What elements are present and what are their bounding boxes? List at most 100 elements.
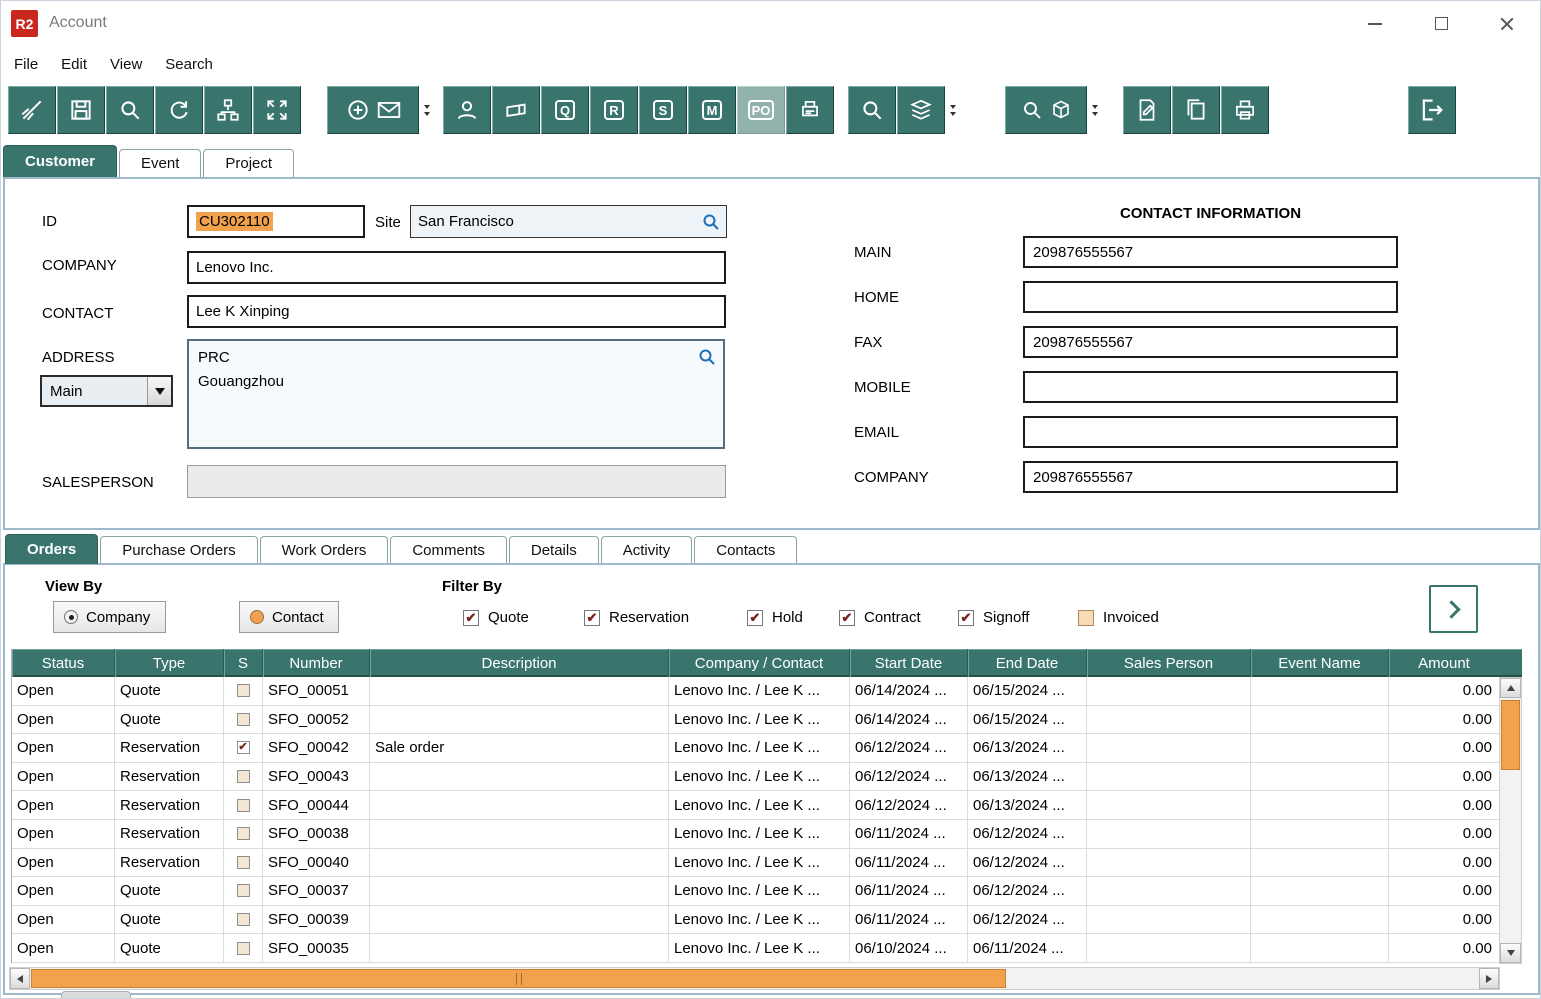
view-by-contact-option[interactable]: Contact <box>239 601 339 633</box>
close-button[interactable] <box>1474 1 1540 46</box>
company-phone-field[interactable]: 209876555567 <box>1023 461 1398 493</box>
horizontal-scroll-thumb[interactable] <box>31 969 1006 988</box>
row-select-checkbox[interactable] <box>237 713 250 726</box>
signoff-button[interactable]: S <box>639 86 687 134</box>
row-select-checkbox[interactable] <box>237 827 250 840</box>
ticket-button[interactable] <box>492 86 540 134</box>
menu-file[interactable]: File <box>14 56 38 73</box>
column-header-company_contact[interactable]: Company / Contact <box>669 649 850 677</box>
address-type-dropdown[interactable]: Main <box>40 375 173 407</box>
row-select-checkbox[interactable] <box>237 684 250 697</box>
address-field[interactable]: PRC Gouangzhou <box>187 339 725 449</box>
tab-customer[interactable]: Customer <box>3 145 117 177</box>
tab-activity[interactable]: Activity <box>601 536 693 564</box>
expand-button[interactable] <box>253 86 301 134</box>
contact-field[interactable]: Lee K Xinping <box>187 295 726 328</box>
column-header-number[interactable]: Number <box>263 649 370 677</box>
filter-contract[interactable]: Contract <box>839 609 921 626</box>
tab-event[interactable]: Event <box>119 149 201 177</box>
tab-purchase-orders[interactable]: Purchase Orders <box>100 536 257 564</box>
hold-checkbox[interactable] <box>747 610 763 626</box>
scroll-down-button[interactable] <box>1500 943 1521 963</box>
table-row[interactable]: OpenReservationSFO_00040Lenovo Inc. / Le… <box>12 849 1499 878</box>
filter-quote[interactable]: Quote <box>463 609 529 626</box>
invoiced-checkbox[interactable] <box>1078 610 1094 626</box>
scroll-up-button[interactable] <box>1500 678 1521 698</box>
table-row[interactable]: OpenQuoteSFO_00035Lenovo Inc. / Lee K ..… <box>12 934 1499 963</box>
table-row[interactable]: OpenQuoteSFO_00051Lenovo Inc. / Lee K ..… <box>12 677 1499 706</box>
column-header-end_date[interactable]: End Date <box>968 649 1087 677</box>
email-dropdown-marker[interactable] <box>421 86 433 134</box>
menu-edit[interactable]: Edit <box>61 56 87 73</box>
address-search-icon[interactable] <box>698 348 716 366</box>
edit-document-button[interactable] <box>1123 86 1171 134</box>
print-button[interactable] <box>1221 86 1269 134</box>
column-header-event_name[interactable]: Event Name <box>1251 649 1389 677</box>
save-button[interactable] <box>57 86 105 134</box>
stack-button[interactable] <box>897 86 945 134</box>
quote-checkbox[interactable] <box>463 610 479 626</box>
stack-dropdown-marker[interactable] <box>947 86 959 134</box>
exit-button[interactable] <box>1408 86 1456 134</box>
hierarchy-button[interactable] <box>204 86 252 134</box>
column-header-type[interactable]: Type <box>115 649 224 677</box>
contact-button[interactable] <box>443 86 491 134</box>
table-row[interactable]: OpenQuoteSFO_00037Lenovo Inc. / Lee K ..… <box>12 877 1499 906</box>
column-header-start_date[interactable]: Start Date <box>850 649 968 677</box>
clean-button[interactable] <box>8 86 56 134</box>
table-row[interactable]: OpenReservationSFO_00043Lenovo Inc. / Le… <box>12 763 1499 792</box>
find-order-button[interactable] <box>848 86 896 134</box>
fax-field[interactable]: 209876555567 <box>1023 326 1398 358</box>
customer-id-field[interactable]: CU302110 <box>187 205 365 238</box>
company-radio[interactable] <box>64 610 78 624</box>
new-email-button[interactable] <box>327 86 419 134</box>
tab-contacts[interactable]: Contacts <box>694 536 797 564</box>
tab-project[interactable]: Project <box>203 149 294 177</box>
column-header-description[interactable]: Description <box>370 649 669 677</box>
horizontal-scrollbar[interactable] <box>9 967 1500 990</box>
tab-orders[interactable]: Orders <box>5 534 98 564</box>
row-select-checkbox[interactable] <box>237 884 250 897</box>
main-phone-field[interactable]: 209876555567 <box>1023 236 1398 268</box>
row-select-checkbox[interactable] <box>237 770 250 783</box>
home-phone-field[interactable] <box>1023 281 1398 313</box>
table-row[interactable]: OpenReservationSFO_00044Lenovo Inc. / Le… <box>12 791 1499 820</box>
maximize-button[interactable] <box>1408 1 1474 46</box>
email-field[interactable] <box>1023 416 1398 448</box>
table-vertical-scrollbar[interactable] <box>1499 677 1522 964</box>
table-row[interactable]: OpenQuoteSFO_00039Lenovo Inc. / Lee K ..… <box>12 906 1499 935</box>
contract-checkbox[interactable] <box>839 610 855 626</box>
reservation-checkbox[interactable] <box>584 610 600 626</box>
contact-radio[interactable] <box>250 610 264 624</box>
table-row[interactable]: OpenQuoteSFO_00052Lenovo Inc. / Lee K ..… <box>12 706 1499 735</box>
company-field[interactable]: Lenovo Inc. <box>187 251 726 284</box>
item-dropdown-marker[interactable] <box>1089 86 1101 134</box>
row-select-checkbox[interactable] <box>237 913 250 926</box>
minimize-button[interactable] <box>1342 1 1408 46</box>
dropdown-button[interactable] <box>147 377 171 405</box>
copy-document-button[interactable] <box>1172 86 1220 134</box>
scroll-left-button[interactable] <box>10 968 30 989</box>
row-select-checkbox[interactable] <box>237 799 250 812</box>
find-item-button[interactable] <box>1005 86 1087 134</box>
mobile-field[interactable] <box>1023 371 1398 403</box>
column-header-s[interactable]: S <box>224 649 263 677</box>
site-field[interactable]: San Francisco <box>410 205 727 238</box>
column-header-amount[interactable]: Amount <box>1389 649 1500 677</box>
tab-details[interactable]: Details <box>509 536 599 564</box>
tab-comments[interactable]: Comments <box>390 536 507 564</box>
row-select-checkbox[interactable] <box>237 856 250 869</box>
table-row[interactable]: OpenReservationSFO_00038Lenovo Inc. / Le… <box>12 820 1499 849</box>
menu-search[interactable]: Search <box>165 56 213 73</box>
refresh-button[interactable] <box>155 86 203 134</box>
table-row[interactable]: OpenReservation✔SFO_00042Sale orderLenov… <box>12 734 1499 763</box>
filter-reservation[interactable]: Reservation <box>584 609 689 626</box>
quote-button[interactable]: Q <box>541 86 589 134</box>
reservation-button[interactable]: R <box>590 86 638 134</box>
column-header-status[interactable]: Status <box>12 649 115 677</box>
find-button[interactable] <box>106 86 154 134</box>
vertical-scroll-thumb[interactable] <box>1501 700 1520 770</box>
signoff-checkbox[interactable] <box>958 610 974 626</box>
view-by-company-option[interactable]: Company <box>53 601 166 633</box>
next-page-button[interactable] <box>1429 585 1478 633</box>
